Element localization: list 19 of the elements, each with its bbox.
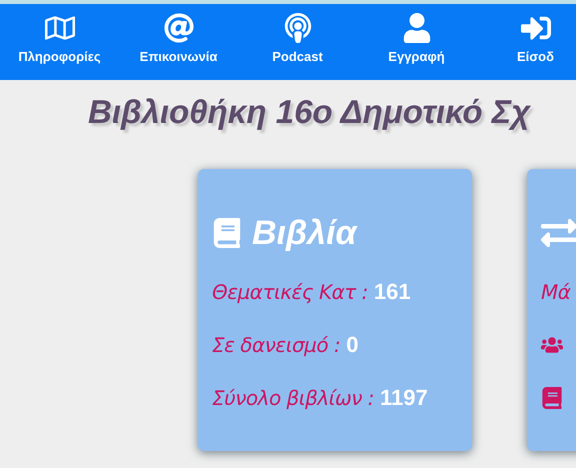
nav-link[interactable]: Εγγραφή (357, 4, 476, 80)
stat-value: 0 (346, 332, 358, 358)
nav-link[interactable]: Πληροφορίες (0, 4, 119, 80)
nav-link[interactable]: Είσοδ (476, 4, 576, 80)
at-sign-icon (164, 12, 194, 42)
stat-label: Θεματικές Κατ : (212, 280, 368, 304)
podcast-icon (282, 12, 312, 42)
user-icon (402, 12, 432, 42)
book-icon (212, 218, 242, 248)
stat-value: 1197 (380, 385, 428, 411)
stat-value: 161 (374, 279, 411, 305)
stat-label: Σύνολο βιβλίων : (212, 386, 374, 410)
nav-link[interactable]: Podcast (238, 4, 357, 80)
stat-label: Μά (541, 280, 570, 304)
book-icon (541, 387, 563, 409)
card-title: Βιβλία (252, 214, 357, 252)
page-title: Βιβλιοθήκη 16ο Δημοτικό Σχ (88, 93, 532, 131)
stat-label: Σε δανεισμό : (212, 333, 340, 357)
nav-link[interactable]: Επικοινωνία (119, 4, 238, 80)
